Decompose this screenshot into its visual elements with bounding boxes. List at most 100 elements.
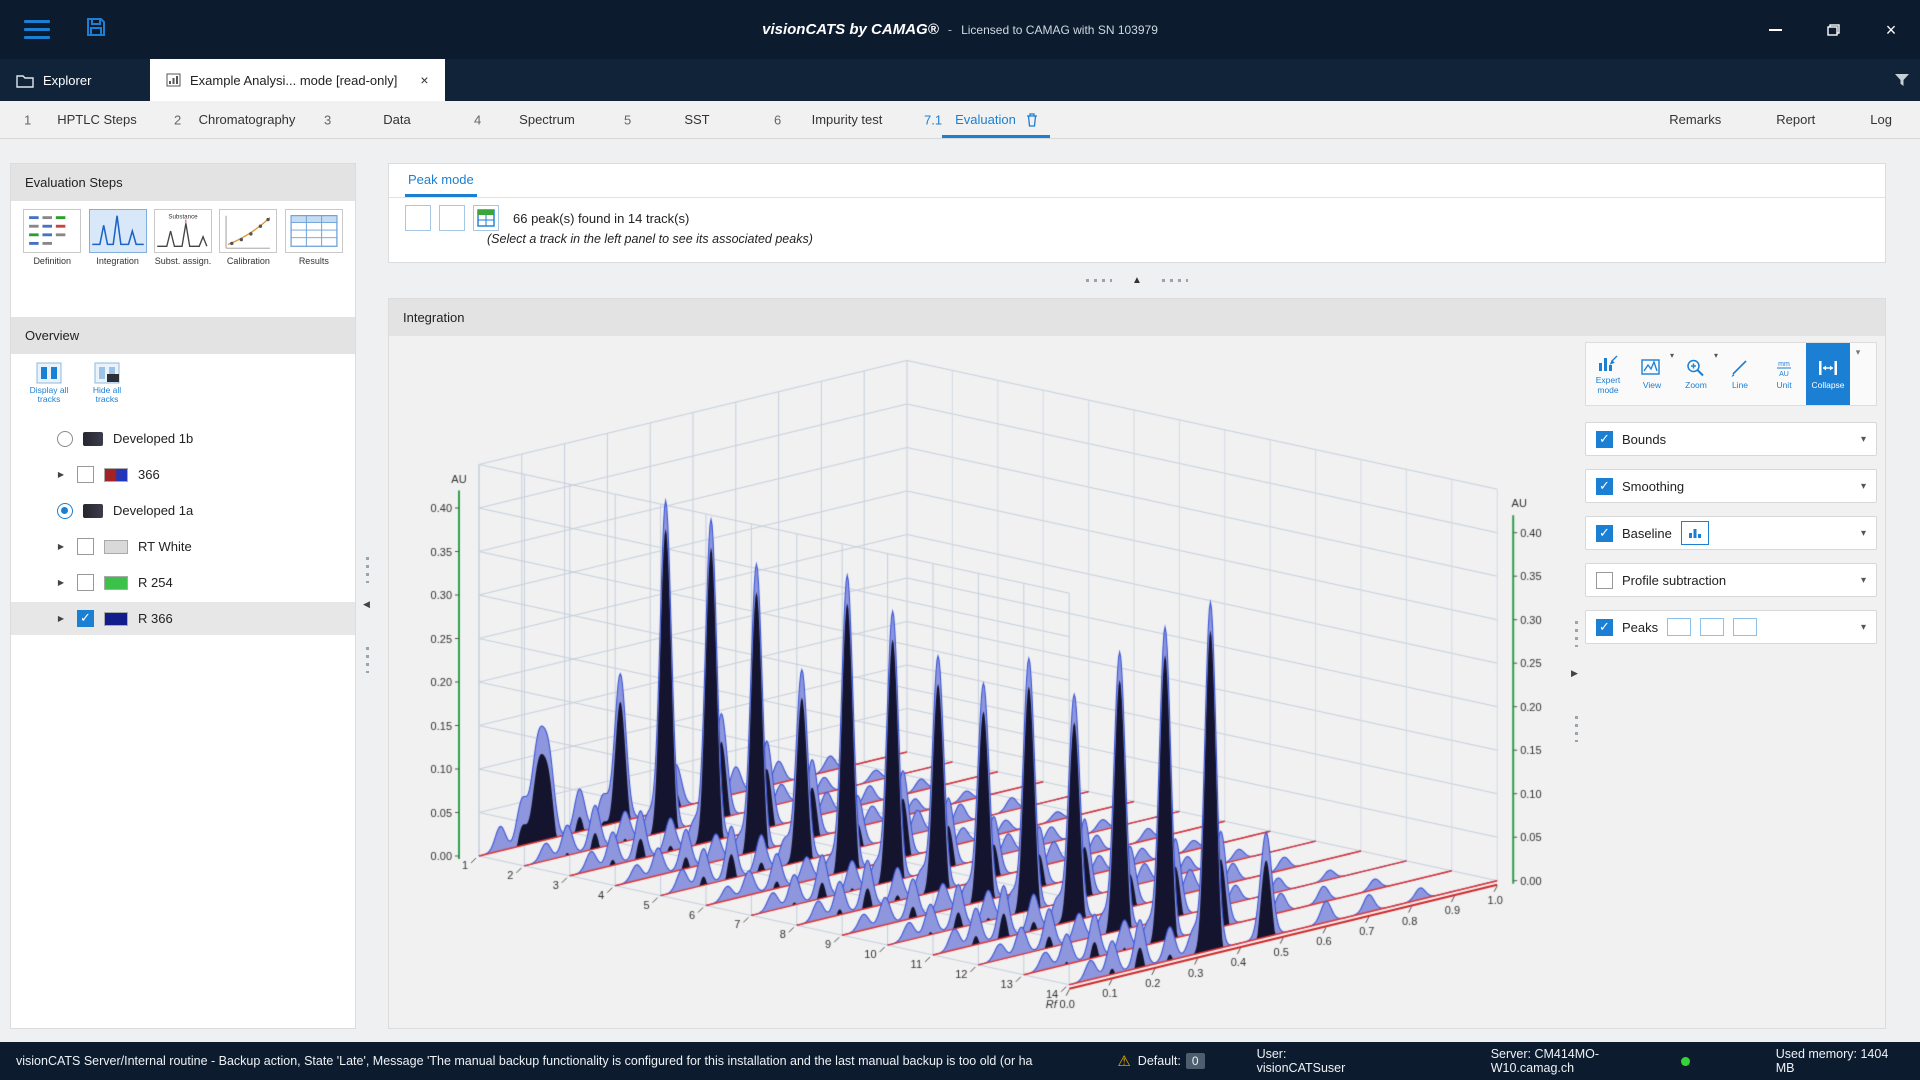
close-button[interactable]: × — [1862, 0, 1920, 59]
collapse-button[interactable]: Collapse — [1806, 343, 1850, 405]
chevron-down-icon[interactable]: ▾ — [1861, 481, 1866, 492]
step-number: 1 — [24, 112, 31, 127]
integration-chart[interactable] — [391, 338, 1571, 1028]
drag-dots[interactable] — [1162, 279, 1188, 282]
expander-icon[interactable]: ▶ — [55, 542, 67, 551]
splitter-handle[interactable] — [1575, 716, 1578, 742]
plate-radio[interactable] — [57, 503, 73, 519]
eval-step-substance-assignment[interactable]: Substance Subst. assign. — [152, 209, 214, 266]
tab-document[interactable]: Example Analysi... mode [read-only] × — [150, 59, 445, 101]
chevron-down-icon[interactable]: ▾ — [1861, 575, 1866, 586]
view-button[interactable]: View ▾ — [1630, 343, 1674, 405]
step-sst[interactable]: 5 SST — [622, 101, 772, 138]
drag-dots[interactable] — [1086, 279, 1112, 282]
channel-row-r254[interactable]: ▶ R 254 — [11, 566, 355, 599]
sidebar-collapse-arrow-icon[interactable]: ◀ — [363, 599, 370, 610]
substance-assignment-step-icon: Substance — [154, 209, 212, 253]
channel-row-366[interactable]: ▶ 366 — [11, 458, 355, 491]
default-count-badge[interactable]: 0 — [1186, 1053, 1205, 1069]
eval-step-calibration[interactable]: Calibration — [217, 209, 279, 266]
menu-icon[interactable] — [24, 20, 50, 39]
channel-row-rt-white[interactable]: ▶ RT White — [11, 530, 355, 563]
peak-style-box-2[interactable] — [1700, 618, 1724, 636]
display-all-tracks-button[interactable]: Display all tracks — [23, 362, 75, 412]
display-all-tracks-icon — [36, 362, 62, 384]
remarks-link[interactable]: Remarks — [1669, 112, 1721, 127]
plate-row-developed-1b[interactable]: Developed 1b — [11, 422, 355, 455]
filter-button[interactable] — [1884, 59, 1920, 101]
toolbar-overflow-button[interactable]: ▾ — [1850, 343, 1866, 405]
channel-row-r366[interactable]: ▶ R 366 — [11, 602, 355, 635]
expert-mode-button[interactable]: Expert mode — [1586, 343, 1630, 405]
zoom-button[interactable]: Zoom ▾ — [1674, 343, 1718, 405]
unit-button[interactable]: mm AU Unit — [1762, 343, 1806, 405]
hide-all-tracks-button[interactable]: Hide all tracks — [81, 362, 133, 412]
splitter-handle[interactable] — [366, 557, 369, 583]
eval-step-label: Results — [299, 256, 329, 266]
smoothing-checkbox[interactable] — [1596, 478, 1613, 495]
bounds-checkbox[interactable] — [1596, 431, 1613, 448]
collapse-up-icon[interactable]: ▲ — [1132, 275, 1142, 286]
peak-style-box-3[interactable] — [1733, 618, 1757, 636]
splitter-handle[interactable] — [366, 647, 369, 673]
hide-all-tracks-icon — [94, 362, 120, 384]
save-button[interactable] — [84, 15, 108, 44]
expander-icon[interactable]: ▶ — [55, 614, 67, 623]
eval-step-results[interactable]: Results — [283, 209, 345, 266]
peak-toggle-button-1[interactable] — [405, 205, 431, 231]
step-number: 3 — [324, 112, 331, 127]
expander-icon[interactable]: ▶ — [55, 470, 67, 479]
step-data[interactable]: 3 Data — [322, 101, 472, 138]
warning-icon[interactable]: ⚠ — [1117, 1052, 1130, 1070]
log-link[interactable]: Log — [1870, 112, 1892, 127]
step-label: Chromatography — [199, 112, 296, 127]
option-bounds[interactable]: Bounds ▾ — [1585, 422, 1877, 456]
channel-checkbox[interactable] — [77, 610, 94, 627]
tab-close-icon[interactable]: × — [420, 72, 428, 88]
step-spectrum[interactable]: 4 Spectrum — [472, 101, 622, 138]
step-evaluation[interactable]: 7.1 Evaluation — [922, 101, 1072, 138]
splitter-handle[interactable] — [1575, 621, 1578, 647]
channel-checkbox[interactable] — [77, 466, 94, 483]
table-export-icon — [477, 209, 495, 227]
chevron-down-icon[interactable]: ▾ — [1861, 434, 1866, 445]
peaks-found-status: 66 peak(s) found in 14 track(s) — [513, 211, 689, 226]
line-button[interactable]: Line — [1718, 343, 1762, 405]
option-peaks[interactable]: Peaks ▾ — [1585, 610, 1877, 644]
baseline-mode-button[interactable] — [1681, 521, 1709, 545]
export-peak-table-button[interactable] — [473, 205, 499, 231]
tools-expand-arrow-icon[interactable]: ▶ — [1571, 668, 1578, 679]
peak-style-box-1[interactable] — [1667, 618, 1691, 636]
baseline-checkbox[interactable] — [1596, 525, 1613, 542]
eval-step-definition[interactable]: Definition — [21, 209, 83, 266]
option-smoothing[interactable]: Smoothing ▾ — [1585, 469, 1877, 503]
chevron-down-icon[interactable]: ▾ — [1861, 528, 1866, 539]
plate-label: Developed 1a — [113, 503, 193, 518]
step-impurity-test[interactable]: 6 Impurity test — [772, 101, 922, 138]
plate-row-developed-1a[interactable]: Developed 1a — [11, 494, 355, 527]
channel-checkbox[interactable] — [77, 538, 94, 555]
expander-icon[interactable]: ▶ — [55, 578, 67, 587]
tab-explorer[interactable]: Explorer — [0, 59, 150, 101]
option-profile-subtraction[interactable]: Profile subtraction ▾ — [1585, 563, 1877, 597]
statusbar: visionCATS Server/Internal routine - Bac… — [0, 1042, 1920, 1080]
report-link[interactable]: Report — [1776, 112, 1815, 127]
tab-peak-mode[interactable]: Peak mode — [405, 164, 477, 197]
overview-actions: Display all tracks Hide all tracks — [11, 354, 355, 412]
channel-checkbox[interactable] — [77, 574, 94, 591]
step-chromatography[interactable]: 2 Chromatography — [172, 101, 322, 138]
chevron-down-icon[interactable]: ▾ — [1861, 622, 1866, 633]
profile-subtraction-checkbox[interactable] — [1596, 572, 1613, 589]
option-baseline[interactable]: Baseline ▾ — [1585, 516, 1877, 550]
eval-step-integration[interactable]: Integration — [86, 209, 148, 266]
peaks-checkbox[interactable] — [1596, 619, 1613, 636]
minimize-button[interactable] — [1746, 0, 1804, 59]
substance-caption: Substance — [168, 214, 198, 221]
peak-toggle-button-2[interactable] — [439, 205, 465, 231]
delete-evaluation-button[interactable] — [1025, 112, 1039, 127]
step-hptlc-steps[interactable]: 1 HPTLC Steps — [22, 101, 172, 138]
status-memory: Used memory: 1404 MB — [1776, 1047, 1904, 1075]
step-label: Spectrum — [519, 112, 575, 127]
restore-button[interactable] — [1804, 0, 1862, 59]
plate-radio[interactable] — [57, 431, 73, 447]
